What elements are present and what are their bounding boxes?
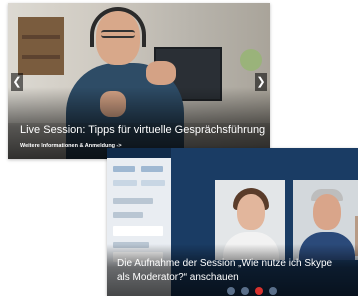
camera-icon[interactable] (241, 287, 249, 295)
sidebar-chip (141, 180, 165, 186)
sidebar-chip (141, 166, 163, 172)
share-screen-icon[interactable] (269, 287, 277, 295)
participant-face (237, 194, 265, 230)
participant-face (313, 194, 341, 230)
live-session-card[interactable]: ❮ ❯ Live Session: Tipps für virtuelle Ge… (8, 3, 270, 159)
end-call-icon[interactable] (255, 287, 263, 295)
bookshelf-background (18, 17, 64, 75)
sidebar-chip (113, 198, 153, 204)
sidebar-chip (113, 180, 137, 186)
carousel-prev-button[interactable]: ❮ (11, 73, 23, 91)
presenter-hand-right (146, 61, 176, 85)
card-title-line: als Moderator?“ anschauen (117, 272, 239, 283)
chevron-left-icon: ❮ (12, 75, 22, 88)
plant-background (240, 49, 262, 71)
sidebar-chip (113, 212, 143, 218)
glasses-icon (101, 30, 135, 38)
skype-recording-card[interactable]: Die Aufnahme der Session „Wie nutze ich … (107, 148, 358, 296)
card-title[interactable]: Live Session: Tipps für virtuelle Gesprä… (20, 124, 268, 136)
card-title-line: Die Aufnahme der Session „Wie nutze ich … (117, 258, 333, 269)
headset-icon (90, 7, 146, 47)
sidebar-field (113, 226, 163, 236)
sidebar-chip (113, 166, 135, 172)
card-title[interactable]: Die Aufnahme der Session „Wie nutze ich … (117, 257, 357, 285)
microphone-icon[interactable] (227, 287, 235, 295)
chevron-right-icon: ❯ (256, 75, 266, 88)
carousel-next-button[interactable]: ❯ (255, 73, 267, 91)
